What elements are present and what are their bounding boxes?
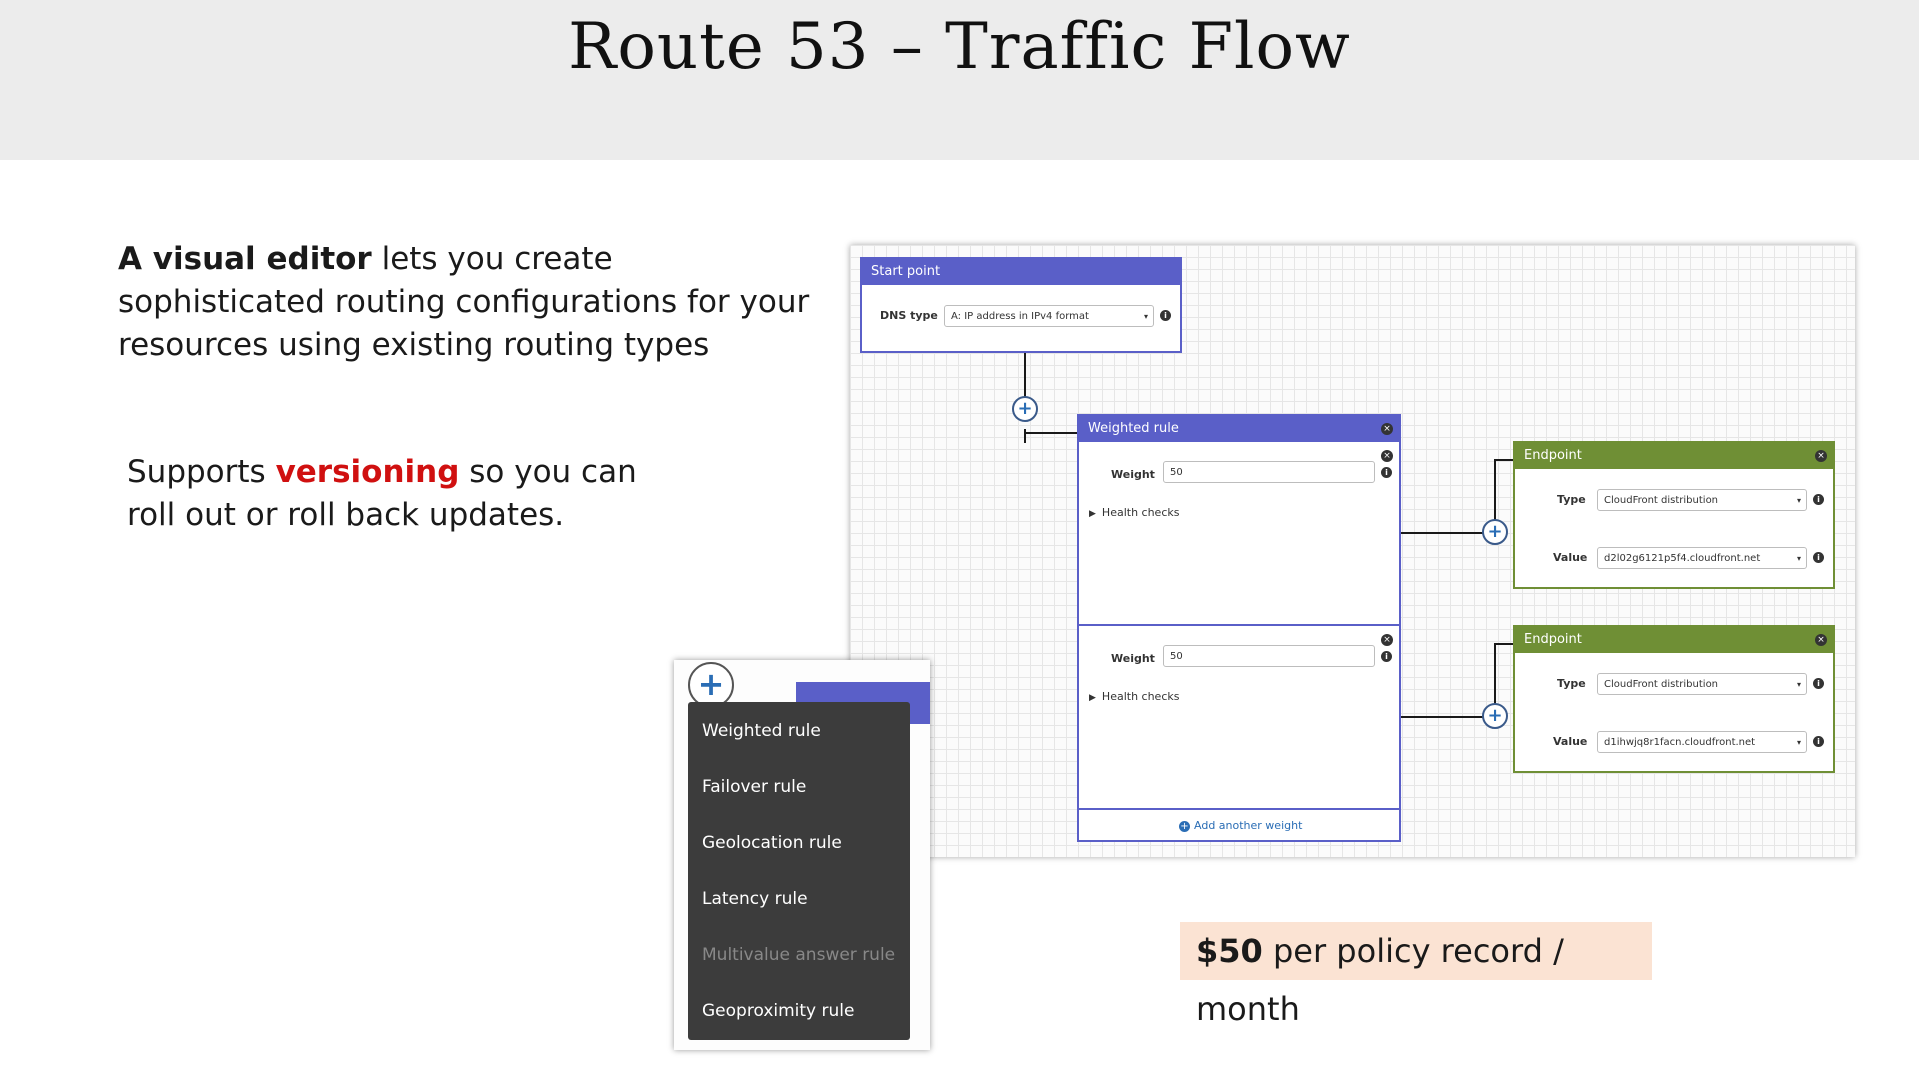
weight-input[interactable]: 50 — [1163, 645, 1375, 667]
info-icon[interactable]: i — [1813, 736, 1824, 747]
connector-line — [1024, 432, 1084, 434]
endpoint-type-select[interactable]: CloudFront distribution ▾ — [1597, 489, 1807, 511]
endpoint-value-select[interactable]: d2l02g6121p5f4.cloudfront.net ▾ — [1597, 547, 1807, 569]
value-label: Value — [1553, 551, 1588, 564]
info-icon[interactable]: i — [1813, 494, 1824, 505]
add-endpoint-plus-icon[interactable]: + — [1482, 703, 1508, 729]
plus-circle-icon: + — [1179, 821, 1190, 832]
intro-text: A visual editor lets you create sophisti… — [118, 238, 818, 367]
close-icon[interactable]: × — [1815, 450, 1827, 462]
endpoint-type-value: CloudFront distribution — [1604, 679, 1719, 690]
weight-value: 50 — [1170, 651, 1183, 662]
endpoint-type-select[interactable]: CloudFront distribution ▾ — [1597, 673, 1807, 695]
add-rule-plus-icon[interactable]: + — [1012, 396, 1038, 422]
health-checks-toggle[interactable]: ▶ Health checks — [1089, 506, 1179, 519]
health-checks-label: Health checks — [1101, 690, 1180, 703]
close-icon[interactable]: × — [1815, 634, 1827, 646]
menu-item-geoproximity-rule[interactable]: Geoproximity rule — [688, 990, 910, 1046]
supports-pre: Supports — [127, 454, 276, 490]
chevron-down-icon: ▾ — [1796, 680, 1801, 689]
info-icon[interactable]: i — [1813, 552, 1824, 563]
weight-input[interactable]: 50 — [1163, 461, 1375, 483]
endpoint-value-select[interactable]: d1ihwjq8r1facn.cloudfront.net ▾ — [1597, 731, 1807, 753]
add-endpoint-plus-icon[interactable]: + — [1482, 519, 1508, 545]
close-icon[interactable]: × — [1381, 450, 1393, 462]
intro-bold: A visual editor — [118, 241, 372, 277]
weighted-rule-node[interactable]: Weighted rule × Weight 50 × i ▶ Health ch… — [1077, 414, 1401, 842]
start-point-header: Start point — [862, 259, 1180, 285]
close-icon[interactable]: × — [1381, 423, 1393, 435]
info-icon[interactable]: i — [1381, 651, 1392, 662]
connector-line — [1494, 643, 1514, 645]
info-icon[interactable]: i — [1381, 467, 1392, 478]
caret-right-icon: ▶ — [1089, 693, 1096, 703]
price-amount: $50 — [1196, 932, 1263, 970]
close-icon[interactable]: × — [1381, 634, 1393, 646]
endpoint-node[interactable]: Endpoint × Type CloudFront distribution … — [1513, 441, 1835, 589]
menu-item-geolocation-rule[interactable]: Geolocation rule — [688, 822, 910, 878]
endpoint-value-value: d2l02g6121p5f4.cloudfront.net — [1604, 553, 1761, 564]
dns-type-label: DNS type — [880, 309, 938, 322]
endpoint-node[interactable]: Endpoint × Type CloudFront distribution … — [1513, 625, 1835, 773]
endpoint-type-value: CloudFront distribution — [1604, 495, 1719, 506]
chevron-down-icon: ▾ — [1796, 554, 1801, 563]
traffic-flow-canvas[interactable]: Start point DNS type A: IP address in IP… — [850, 245, 1855, 857]
slide-header: Route 53 – Traffic Flow — [0, 0, 1919, 160]
chevron-down-icon: ▾ — [1796, 738, 1801, 747]
endpoint-header: Endpoint — [1515, 627, 1833, 653]
dns-type-value: A: IP address in IPv4 format — [951, 311, 1089, 322]
health-checks-label: Health checks — [1101, 506, 1180, 519]
weight-value: 50 — [1170, 467, 1183, 478]
weight-divider — [1079, 624, 1399, 626]
value-label: Value — [1553, 735, 1588, 748]
rule-type-menu: Weighted rule Failover rule Geolocation … — [688, 702, 910, 1040]
start-point-node[interactable]: Start point DNS type A: IP address in IP… — [860, 257, 1182, 353]
dns-type-select[interactable]: A: IP address in IPv4 format ▾ — [944, 305, 1154, 327]
slide-title: Route 53 – Traffic Flow — [568, 10, 1351, 84]
endpoint-header: Endpoint — [1515, 443, 1833, 469]
connector-line — [1494, 459, 1514, 461]
info-icon[interactable]: i — [1813, 678, 1824, 689]
type-label: Type — [1557, 677, 1586, 690]
pricing-note: $50 per policy record / month — [1180, 922, 1652, 1028]
health-checks-toggle[interactable]: ▶ Health checks — [1089, 690, 1179, 703]
caret-right-icon: ▶ — [1089, 509, 1096, 519]
add-another-weight-link[interactable]: + Add another weight — [1179, 819, 1302, 832]
weight-divider — [1079, 808, 1399, 810]
weight-label: Weight — [1111, 652, 1155, 665]
info-icon[interactable]: i — [1160, 310, 1171, 321]
menu-item-weighted-rule[interactable]: Weighted rule — [688, 710, 910, 766]
chevron-down-icon: ▾ — [1143, 312, 1148, 321]
chevron-down-icon: ▾ — [1796, 496, 1801, 505]
type-label: Type — [1557, 493, 1586, 506]
weighted-rule-header: Weighted rule — [1079, 416, 1399, 442]
add-another-weight-label: Add another weight — [1194, 819, 1303, 832]
weight-label: Weight — [1111, 468, 1155, 481]
menu-item-latency-rule[interactable]: Latency rule — [688, 878, 910, 934]
rule-type-popup: + Weighted rule Failover rule Geolocatio… — [674, 660, 930, 1050]
menu-item-multivalue-answer-rule: Multivalue answer rule — [702, 945, 896, 965]
endpoint-value-value: d1ihwjq8r1facn.cloudfront.net — [1604, 737, 1756, 748]
versioning-highlight: versioning — [275, 454, 460, 490]
versioning-text: Supports versioning so you can roll out … — [127, 451, 687, 537]
menu-item-failover-rule[interactable]: Failover rule — [688, 766, 910, 822]
